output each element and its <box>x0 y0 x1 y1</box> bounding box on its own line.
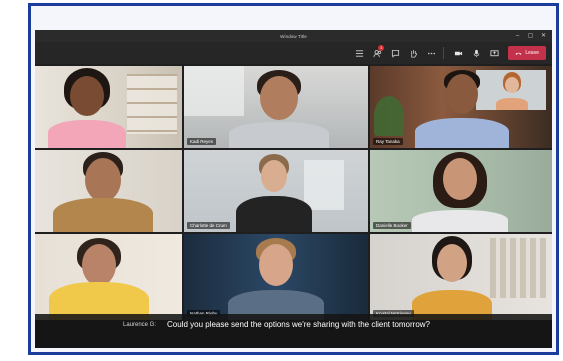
participant-video <box>53 150 153 232</box>
video-tile[interactable] <box>35 234 182 320</box>
meeting-toolbar: 1 Leave <box>35 42 552 64</box>
video-tile[interactable]: Ray Tanaka <box>370 66 552 148</box>
video-tile[interactable]: Nathan Rigby <box>184 234 368 320</box>
close-button[interactable]: ✕ <box>537 30 550 42</box>
raise-hand-button[interactable] <box>405 45 421 61</box>
chat-button[interactable] <box>387 45 403 61</box>
more-options-grid-icon <box>355 49 363 57</box>
video-tile[interactable]: Danielle Booker <box>370 150 552 232</box>
window-controls: – ▢ ✕ <box>511 30 550 42</box>
participants-button[interactable]: 1 <box>369 45 385 61</box>
share-screen-button[interactable] <box>486 45 502 61</box>
participant-video <box>234 150 314 232</box>
hang-up-phone-icon <box>515 52 522 55</box>
participant-video <box>229 66 329 148</box>
leave-button[interactable]: Leave <box>508 46 546 60</box>
ellipsis-icon <box>427 52 435 54</box>
microphone-icon <box>473 49 480 57</box>
participant-name: Danielle Booker <box>373 222 411 229</box>
caption-speaker: Laurence G: <box>123 322 157 328</box>
live-caption: Laurence G: Could you please send the op… <box>35 314 552 348</box>
participant-video <box>47 66 127 148</box>
video-tile[interactable]: Charlotte de Crum <box>184 150 368 232</box>
video-tile[interactable] <box>35 150 182 232</box>
screenshot-frame: Window Title – ▢ ✕ 1 Leave Kadi Reyes Ra… <box>28 3 559 355</box>
clothing-rack <box>490 238 546 298</box>
camera-button[interactable] <box>450 45 466 61</box>
bookshelf <box>127 74 177 134</box>
video-tile[interactable]: Kadi Reyes <box>184 66 368 148</box>
participant-video <box>228 234 324 320</box>
share-screen-icon <box>490 49 499 56</box>
more-actions-button[interactable] <box>423 45 439 61</box>
participants-badge: 1 <box>378 45 385 51</box>
window-title: Window Title <box>280 33 307 39</box>
toolbar-divider <box>443 47 445 59</box>
caption-text: Could you please send the options we're … <box>167 320 431 329</box>
video-tile[interactable] <box>35 66 182 148</box>
camera-icon <box>454 51 462 55</box>
title-bar: Window Title – ▢ ✕ <box>35 30 552 42</box>
plant <box>374 96 404 136</box>
video-grid: Kadi Reyes Ray Tanaka Charlotte de Crum … <box>35 66 552 348</box>
leave-label: Leave <box>525 50 539 56</box>
participant-name: Ray Tanaka <box>373 138 403 145</box>
participant-name: Kadi Reyes <box>187 138 217 145</box>
participant-name: Charlotte de Crum <box>187 222 230 229</box>
more-options-grid-button[interactable] <box>351 45 367 61</box>
teams-meeting-window: Window Title – ▢ ✕ 1 Leave Kadi Reyes Ra… <box>35 30 552 348</box>
participant-video <box>414 66 510 148</box>
raise-hand-icon <box>411 49 417 58</box>
minimize-button[interactable]: – <box>511 30 524 42</box>
video-tile[interactable]: Krystal McKinney <box>370 234 552 320</box>
microphone-button[interactable] <box>468 45 484 61</box>
participant-video <box>49 234 149 320</box>
maximize-button[interactable]: ▢ <box>524 30 537 42</box>
participant-video <box>412 150 508 232</box>
participant-video <box>412 234 492 320</box>
chat-icon <box>391 49 399 58</box>
